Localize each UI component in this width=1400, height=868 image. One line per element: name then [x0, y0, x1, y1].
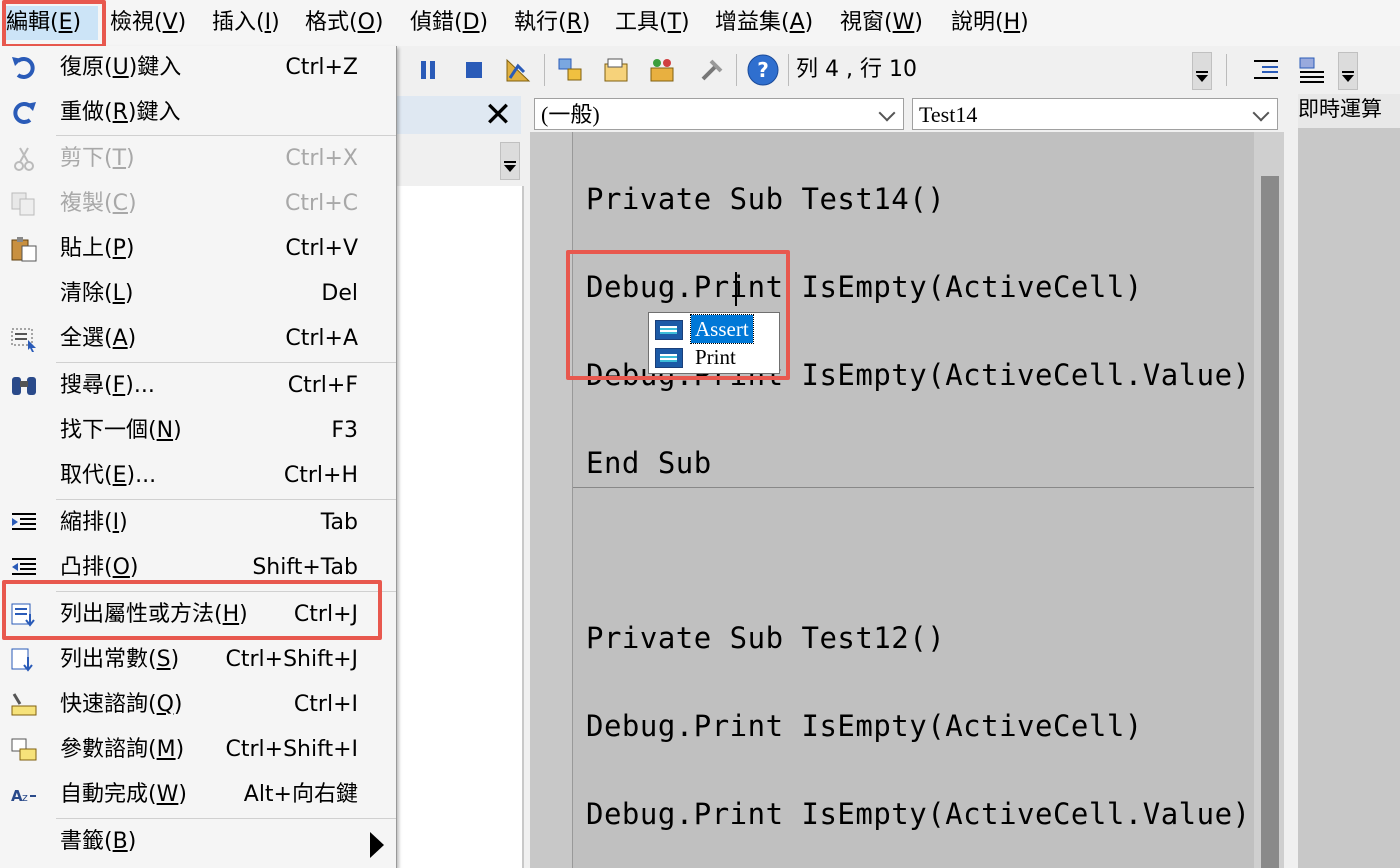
binoculars-icon — [12, 377, 36, 395]
menu-item-replace[interactable]: 取代(E)... Ctrl+H — [0, 454, 396, 498]
outdent-icon — [12, 558, 36, 575]
code-line: Debug.Print IsEmpty(ActiveCell.Value) — [586, 797, 1251, 831]
menu-tools[interactable]: 工具(T) — [615, 6, 690, 40]
project-explorer-icon[interactable] — [556, 56, 584, 84]
design-mode-icon[interactable] — [504, 56, 532, 84]
indent-icon[interactable] — [1252, 56, 1280, 84]
procedure-separator — [573, 487, 1254, 488]
menu-item-indent[interactable]: 縮排(I) Tab — [0, 501, 396, 545]
stop-icon[interactable] — [460, 56, 488, 84]
code-editor[interactable] — [530, 132, 1254, 868]
menu-format[interactable]: 格式(O) — [305, 6, 384, 40]
chevron-down-icon — [878, 104, 896, 122]
menu-separator — [56, 499, 396, 500]
toolbar-separator — [736, 54, 737, 86]
immediate-window-title: 即時運算 — [1298, 94, 1400, 128]
menu-item-bookmarks[interactable]: 書籤(B) — [0, 820, 396, 864]
submenu-arrow-icon — [370, 832, 384, 858]
toolbox-icon[interactable] — [698, 56, 726, 84]
pause-icon[interactable] — [414, 56, 442, 84]
autocomplete-highlight-box — [566, 250, 790, 380]
menu-item-select-all[interactable]: 全選(A) Ctrl+A — [0, 317, 396, 361]
toolbar-separator — [544, 54, 545, 86]
code-margin — [530, 132, 573, 868]
svg-text:?: ? — [757, 58, 769, 82]
menu-item-parameter-info[interactable]: 參數諮詢(M) Ctrl+Shift+I — [0, 728, 396, 772]
menu-item-cut[interactable]: 剪下(T) Ctrl+X — [0, 137, 396, 181]
pane-gap — [1284, 96, 1298, 868]
toolbar-separator — [788, 54, 789, 86]
toolbar-options-dropdown[interactable] — [1192, 52, 1212, 90]
menu-view[interactable]: 檢視(V) — [110, 6, 186, 40]
project-combo-dropdown[interactable] — [500, 142, 520, 180]
menu-item-copy[interactable]: 複製(C) Ctrl+C — [0, 182, 396, 226]
menu-item-find[interactable]: 搜尋(F)... Ctrl+F — [0, 364, 396, 408]
menu-separator — [56, 818, 396, 819]
cut-icon — [14, 147, 34, 171]
list-members-highlight-box — [2, 580, 382, 640]
menu-item-quick-info[interactable]: 快速諮詢(Q) Ctrl+I — [0, 683, 396, 727]
menu-item-list-constants[interactable]: 列出常數(S) Ctrl+Shift+J — [0, 638, 396, 682]
properties-icon[interactable] — [602, 56, 630, 84]
menu-bar: 編輯(E) 檢視(V) 插入(I) 格式(O) 偵錯(D) 執行(R) 工具(T… — [0, 0, 1400, 47]
menu-separator — [56, 362, 396, 363]
chevron-down-icon — [1252, 104, 1270, 122]
menu-item-find-next[interactable]: 找下一個(N) F3 — [0, 409, 396, 453]
object-combo[interactable]: (一般) — [534, 98, 904, 130]
toolbar-separator — [1226, 54, 1227, 86]
menu-item-complete-word[interactable]: Az 自動完成(W) Alt+向右鍵 — [0, 773, 396, 817]
code-line: Debug.Print IsEmpty(ActiveCell) — [586, 709, 1143, 743]
code-line: End Sub — [586, 446, 712, 480]
code-line: Private Sub Test14() — [586, 182, 946, 216]
edit-menu-highlight-box — [2, 0, 106, 48]
code-line: Private Sub Test12() — [586, 621, 946, 655]
redo-icon — [13, 102, 36, 124]
close-icon[interactable]: ✕ — [478, 98, 518, 134]
paste-icon — [11, 237, 37, 262]
project-panel-body — [396, 186, 524, 868]
menu-window[interactable]: 視窗(W) — [840, 6, 923, 40]
indent-icon — [12, 513, 36, 530]
list-constants-icon — [11, 648, 33, 672]
menu-item-undo[interactable]: 復原(U)鍵入 Ctrl+Z — [0, 46, 396, 90]
select-all-icon — [11, 328, 36, 352]
scrollbar-thumb[interactable] — [1261, 176, 1279, 868]
edit-menu-dropdown: 復原(U)鍵入 Ctrl+Z 重做(R)鍵入 剪下(T) Ctrl+X 複製(C… — [0, 46, 397, 868]
object-browser-icon[interactable] — [648, 56, 676, 84]
toolbar-options-dropdown-2[interactable] — [1338, 52, 1358, 90]
menu-help[interactable]: 說明(H) — [951, 6, 1029, 40]
toolbar: ? 列 4 , 行 10 — [396, 46, 1400, 94]
parameter-info-icon — [11, 738, 37, 761]
quick-info-icon — [11, 693, 37, 716]
help-icon[interactable]: ? — [746, 53, 780, 87]
svg-text:z: z — [22, 791, 28, 804]
procedure-combo[interactable]: Test14 — [912, 98, 1278, 130]
undo-icon — [12, 57, 35, 79]
menu-insert[interactable]: 插入(I) — [212, 6, 280, 40]
cursor-position-status: 列 4 , 行 10 — [796, 54, 1186, 86]
complete-word-icon: Az — [11, 787, 36, 805]
menu-item-redo[interactable]: 重做(R)鍵入 — [0, 91, 396, 135]
project-panel-combo[interactable] — [396, 140, 521, 184]
menu-run[interactable]: 執行(R) — [514, 6, 590, 40]
menu-addins[interactable]: 增益集(A) — [715, 6, 813, 40]
menu-separator — [56, 135, 396, 136]
menu-item-paste[interactable]: 貼上(P) Ctrl+V — [0, 227, 396, 271]
copy-icon — [11, 192, 35, 216]
menu-debug[interactable]: 偵錯(D) — [410, 6, 488, 40]
menu-item-clear[interactable]: 清除(L) Del — [0, 272, 396, 316]
outdent-icon[interactable] — [1298, 56, 1326, 84]
immediate-window[interactable] — [1298, 96, 1400, 868]
